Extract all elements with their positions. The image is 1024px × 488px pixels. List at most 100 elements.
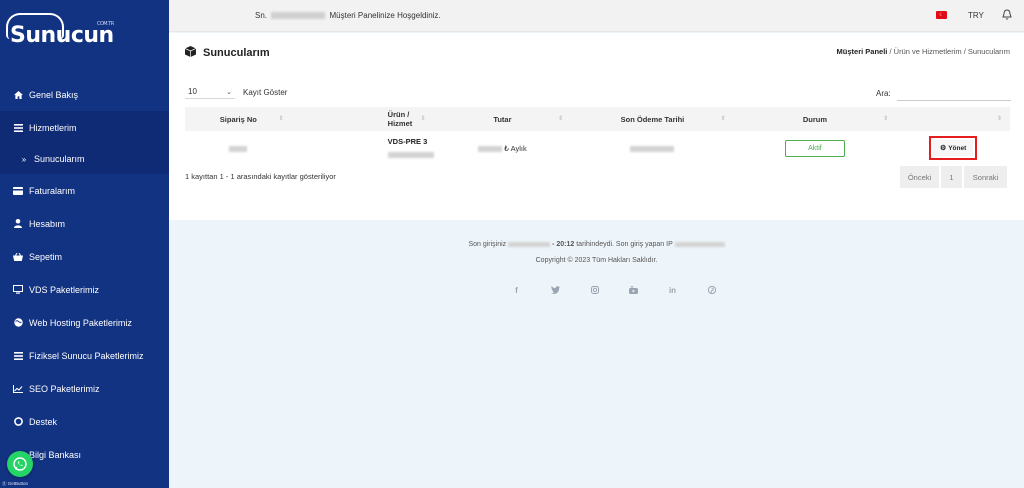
sort-icon: ⇕ [420,116,426,122]
instagram-icon[interactable] [575,286,614,295]
sidebar-item-label: VDS Paketlerimiz [29,284,100,295]
sidebar-item-label: Faturalarım [29,185,76,196]
sidebar-item-label: Sepetim [29,251,63,262]
amount-cell: ₺ Aylık [434,131,572,165]
pagination: Önceki 1 Sonraki [898,166,1007,188]
home-icon [13,90,23,100]
sidebar-item-label: SEO Paketlerimiz [29,383,100,394]
credit-card-icon [13,186,23,196]
pagination-page[interactable]: 1 [941,166,962,188]
manage-highlight: ⚙ Yönet [928,136,978,160]
product-cell: VDS-PRE 3 [292,131,434,165]
services-table: Sipariş No ⇕ Ürün / Hizmet ⇕ Tutar ⇕ Son Öd… [185,107,1010,165]
col-tutar[interactable]: Tutar ⇕ [433,107,572,131]
amount-period: ₺ Aylık [504,143,527,153]
cube-icon [184,46,197,60]
order-number [185,131,292,165]
sidebar-item-web-hosting[interactable]: Web Hosting Paketlerimiz [0,306,169,339]
chart-line-icon [13,384,23,394]
sidebar-item-fiziksel-sunucu[interactable]: Fiziksel Sunucu Paketlerimiz [0,339,169,372]
linkedin-icon[interactable]: in [653,286,692,295]
facebook-icon[interactable]: f [497,286,536,295]
sidebar-item-label: Web Hosting Paketlerimiz [29,317,132,328]
page-title: Sunucularım [184,46,270,60]
social-links: f in [497,286,731,295]
brand-logo[interactable]: Sunucun COM.TR [0,0,169,70]
search-label: Ara: [876,88,891,98]
breadcrumb-services[interactable]: Ürün ve Hizmetlerim [894,47,962,56]
sidebar-item-sunucularim[interactable]: » Sunucularım [0,144,169,174]
sidebar-item-label: Fiziksel Sunucu Paketlerimiz [29,350,144,361]
list-icon [13,123,23,133]
table-row[interactable]: VDS-PRE 3 ₺ Aylık Aktif ⚙ Yönet [185,131,1010,165]
currency-selector[interactable]: TRY [968,11,984,20]
sort-icon: ⇕ [883,116,889,122]
turkey-flag-icon[interactable]: ☾ [936,11,947,19]
sidebar-item-faturalarim[interactable]: Faturalarım [0,174,169,207]
getbutton-link[interactable]: ⓖ GetButton [2,481,28,487]
breadcrumb-home[interactable]: Müşteri Paneli [837,47,888,56]
sidebar-item-label: Genel Bakış [29,89,79,100]
search-input[interactable] [896,85,1011,101]
brand-tag: COM.TR [96,20,114,27]
sort-icon: ⇕ [558,116,564,122]
globe-icon [13,318,23,328]
sidebar-item-destek[interactable]: Destek [0,405,169,438]
page-length-control: 10 ⌄ Kayıt Göster [185,85,287,99]
status-cell: Aktif [734,131,897,165]
basket-icon [13,252,23,262]
redacted-username [271,12,326,20]
pagination-next[interactable]: Sonraki [964,166,1007,188]
content-panel: Sunucularım Müşteri Paneli / Ürün ve Hiz… [169,33,1024,220]
sidebar-item-hizmetlerim[interactable]: Hizmetlerim [0,111,169,144]
col-son-odeme-tarihi[interactable]: Son Ödeme Tarihi ⇕ [571,107,734,131]
sort-icon: ⇕ [996,116,1002,122]
col-actions[interactable]: ⇕ [896,107,1010,131]
pagination-prev[interactable]: Önceki [900,166,939,188]
sidebar-item-hesabim[interactable]: Hesabım [0,207,169,240]
lifebuoy-icon [13,417,23,427]
sidebar-item-label: Sunucularım [34,154,85,164]
action-cell: ⚙ Yönet [896,131,1010,165]
sidebar-item-vds-paketlerimiz[interactable]: VDS Paketlerimiz [0,273,169,306]
youtube-icon[interactable] [614,286,653,295]
server-icon [13,351,23,361]
sidebar-item-label: Hizmetlerim [29,122,77,133]
gear-icon: ⚙ [939,145,947,152]
sidebar-item-sepetim[interactable]: Sepetim [0,240,169,273]
welcome-message: Sn. Müşteri Panelinize Hoşgeldiniz. [255,11,441,20]
sidebar-item-genel-bakis[interactable]: Genel Bakış [0,78,169,111]
due-date-cell [571,131,734,165]
col-siparis-no[interactable]: Sipariş No ⇕ [185,107,292,131]
pinterest-icon[interactable] [692,286,731,295]
sidebar-item-seo-paketlerimiz[interactable]: SEO Paketlerimiz [0,372,169,405]
desktop-icon [13,285,23,295]
last-login-info: Son girişiniz - 20:12 tarihindeydi. Son … [169,241,1024,248]
chevron-right-icon: » [21,154,27,164]
breadcrumb-current: Sunucularım [967,47,1010,56]
bell-icon[interactable] [1002,9,1012,22]
table-info: 1 kayıttan 1 - 1 arasındaki kayıtlar gös… [185,172,336,181]
sort-icon: ⇕ [278,116,284,122]
topbar: Sn. Müşteri Panelinize Hoşgeldiniz. ☾ TR… [169,0,1024,32]
page-length-select[interactable]: 10 ⌄ [185,85,235,99]
sidebar-item-label: Bilgi Bankası [29,449,82,460]
chevron-down-icon: ⌄ [226,88,232,96]
col-urun-hizmet[interactable]: Ürün / Hizmet ⇕ [291,107,434,131]
sidebar-item-label: Hesabım [29,218,66,229]
col-durum[interactable]: Durum ⇕ [733,107,897,131]
user-icon [13,219,23,229]
twitter-icon[interactable] [536,286,575,295]
cloud-icon [6,12,64,39]
status-badge: Aktif [784,139,845,157]
sidebar: Sunucun COM.TR Genel Bakış Hizmetlerim »… [0,0,169,488]
product-name: VDS-PRE 3 [387,137,428,146]
table-search: Ara: [876,85,1011,101]
sidebar-item-label: Destek [29,416,58,427]
breadcrumb: Müşteri Paneli / Ürün ve Hizmetlerim / S… [836,47,1010,56]
page-length-label: Kayıt Göster [243,87,288,97]
whatsapp-icon [13,457,27,471]
sort-icon: ⇕ [720,116,726,122]
whatsapp-button[interactable] [7,451,33,477]
manage-button[interactable]: ⚙ Yönet [932,140,974,156]
